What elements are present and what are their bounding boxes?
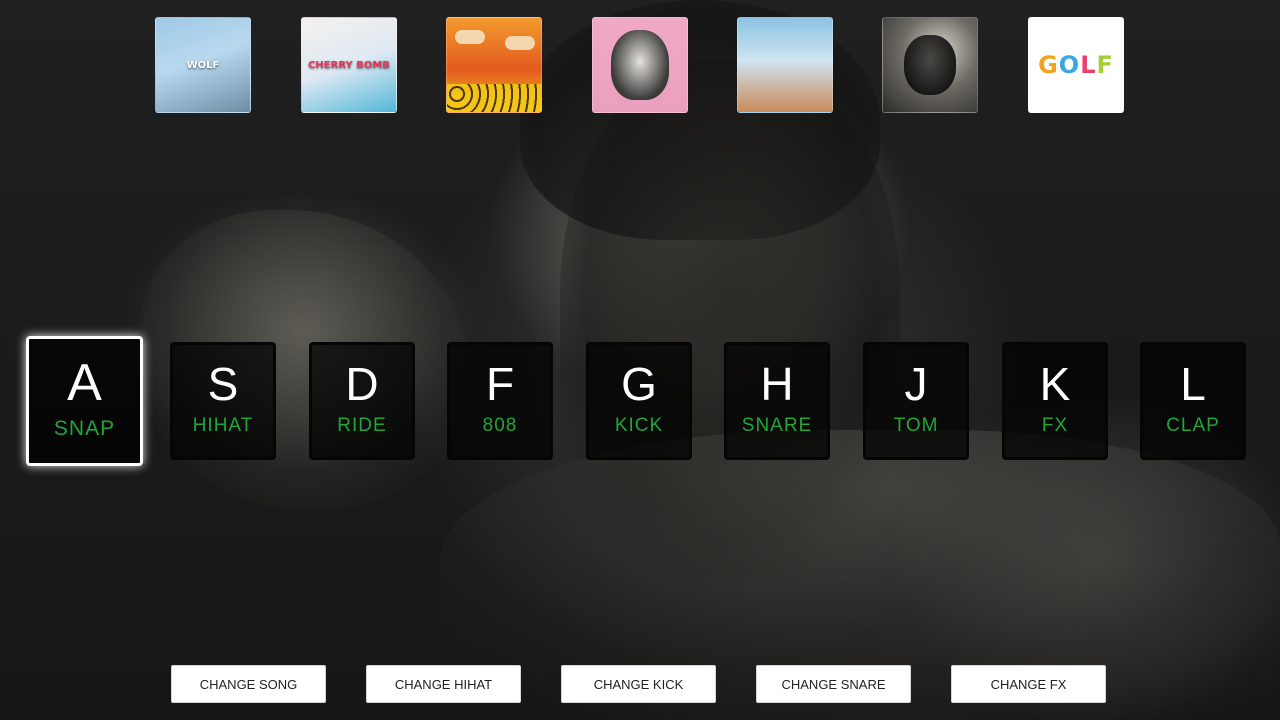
pad-sound-label: HIHAT: [192, 415, 254, 436]
drum-pad-snare[interactable]: H SNARE: [724, 342, 830, 460]
portrait-face: [611, 30, 669, 100]
golf-logo: GOLF: [1038, 51, 1114, 79]
drum-pad-fx[interactable]: K FX: [1002, 342, 1108, 460]
drum-pad-clap[interactable]: L CLAP: [1140, 342, 1246, 460]
pad-key-label: G: [621, 358, 657, 410]
drum-pad-808[interactable]: F 808: [447, 342, 553, 460]
change-song-button[interactable]: CHANGE SONG: [171, 665, 326, 703]
album-selector: WOLF CHERRY BOMB GOLF: [0, 17, 1280, 113]
album-art-text: WOLF: [186, 59, 220, 71]
pad-sound-label: RIDE: [337, 415, 387, 436]
pad-sound-label: FX: [1041, 415, 1069, 436]
pad-key-label: K: [1039, 358, 1071, 410]
cloud-shape: [505, 36, 535, 50]
album-cover-cherry-bomb[interactable]: CHERRY BOMB: [301, 17, 397, 113]
pad-sound-label: 808: [482, 415, 518, 436]
portrait-face: [904, 35, 956, 95]
drum-pad-snap[interactable]: A SNAP: [26, 336, 143, 466]
album-cover-call-me-if-you-get-lost[interactable]: [737, 17, 833, 113]
pad-key-label: H: [760, 358, 794, 410]
pad-key-label: S: [207, 358, 239, 410]
drum-pad-tom[interactable]: J TOM: [863, 342, 969, 460]
album-cover-chromakopia[interactable]: [882, 17, 978, 113]
change-fx-button[interactable]: CHANGE FX: [951, 665, 1106, 703]
album-cover-flower-boy[interactable]: [446, 17, 542, 113]
pad-sound-label: TOM: [893, 415, 939, 436]
drum-pad-ride[interactable]: D RIDE: [309, 342, 415, 460]
sunflower-field: [447, 84, 541, 112]
change-hihat-button[interactable]: CHANGE HIHAT: [366, 665, 521, 703]
album-art-text: CHERRY BOMB: [308, 59, 390, 71]
pad-sound-label: SNAP: [53, 417, 116, 440]
pad-key-label: A: [67, 354, 102, 412]
pad-sound-label: CLAP: [1166, 415, 1220, 436]
album-cover-golf[interactable]: GOLF: [1028, 17, 1124, 113]
pad-key-label: D: [345, 358, 379, 410]
change-kick-button[interactable]: CHANGE KICK: [561, 665, 716, 703]
pad-key-label: F: [485, 358, 515, 410]
change-snare-button[interactable]: CHANGE SNARE: [756, 665, 911, 703]
pad-sound-label: KICK: [614, 415, 664, 436]
pad-sound-label: SNARE: [741, 415, 813, 436]
album-cover-wolf[interactable]: WOLF: [155, 17, 251, 113]
cloud-shape: [455, 30, 485, 44]
pad-key-label: L: [1180, 358, 1206, 410]
drum-pad-kick[interactable]: G KICK: [586, 342, 692, 460]
album-cover-igor[interactable]: [592, 17, 688, 113]
sound-controls: CHANGE SONG CHANGE HIHAT CHANGE KICK CHA…: [0, 665, 1280, 703]
drum-pad-hihat[interactable]: S HIHAT: [170, 342, 276, 460]
pad-key-label: J: [904, 358, 928, 410]
